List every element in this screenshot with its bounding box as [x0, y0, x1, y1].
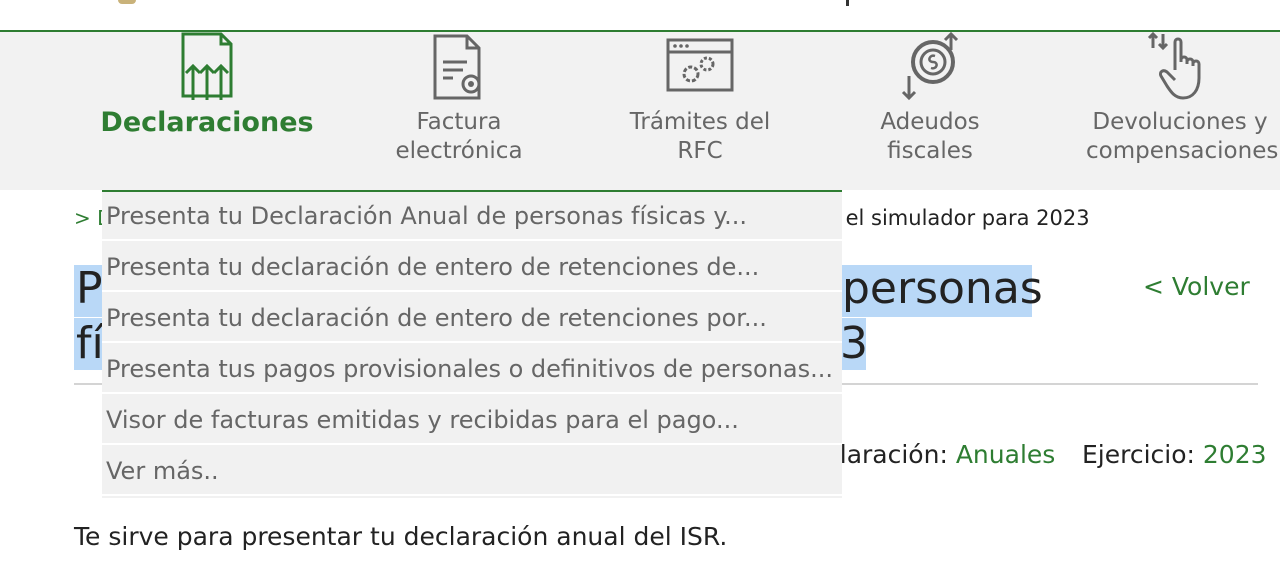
breadcrumb-tail: e el simulador para 2023 — [826, 206, 1090, 230]
ejercicio-value: 2023 — [1202, 440, 1267, 469]
sat-logo[interactable] — [118, 0, 136, 4]
nav-tramites-rfc[interactable]: Trámites del RFC — [620, 32, 780, 190]
page-title-fragment: 3 — [840, 318, 868, 369]
tipo-value: Anuales — [955, 440, 1056, 469]
header-text-fragment — [838, 0, 860, 6]
menu-item[interactable]: Presenta tus pagos provisionales o defin… — [102, 345, 842, 394]
nav-adeudos-fiscales[interactable]: Adeudos fiscales — [860, 32, 1000, 190]
tipo-label: claración: — [826, 440, 948, 469]
nav-label: Adeudos fiscales — [880, 109, 980, 164]
nav-label: Trámites del RFC — [629, 109, 771, 164]
nav-declaraciones[interactable]: Declaraciones — [92, 32, 322, 190]
back-link[interactable]: < Volver — [1143, 272, 1250, 301]
main-nav: Declaraciones Factura electrónica Trámit… — [0, 32, 1280, 190]
menu-item[interactable]: Presenta tu Declaración Anual de persona… — [102, 192, 842, 241]
nav-label: Factura electrónica — [395, 109, 523, 164]
menu-item[interactable]: Visor de facturas emitidas y recibidas p… — [102, 396, 842, 445]
page-title-fragment: personas — [842, 263, 1043, 314]
declaraciones-dropdown-menu: Presenta tu Declaración Anual de persona… — [102, 190, 842, 498]
coin-arrows-icon — [901, 32, 959, 101]
tipo-declaracion: claración: Anuales — [826, 440, 1055, 469]
document-at-icon — [433, 34, 481, 100]
ejercicio: Ejercicio: 2023 — [1082, 440, 1267, 469]
nav-devoluciones-compensaciones[interactable]: Devoluciones y compensaciones — [1086, 32, 1279, 190]
menu-item[interactable]: Presenta tu declaración de entero de ret… — [102, 294, 842, 343]
hand-pointer-icon — [1147, 32, 1201, 100]
document-upload-icon — [181, 32, 233, 100]
nav-factura-electronica[interactable]: Factura electrónica — [370, 32, 548, 190]
nav-label: Declaraciones — [100, 107, 314, 138]
ejercicio-label: Ejercicio: — [1082, 440, 1195, 469]
menu-item-ver-mas[interactable]: Ver más.. — [102, 447, 842, 496]
menu-item[interactable]: Presenta tu declaración de entero de ret… — [102, 243, 842, 292]
page-description: Te sirve para presentar tu declaración a… — [74, 522, 728, 551]
top-header — [0, 0, 1280, 32]
nav-label: Devoluciones y compensaciones — [1086, 109, 1279, 164]
page-title-fragment: fí — [76, 318, 104, 369]
browser-gears-icon — [666, 38, 734, 92]
